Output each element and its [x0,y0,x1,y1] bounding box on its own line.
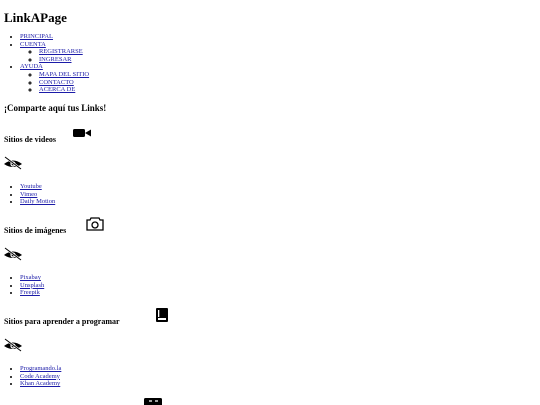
link-vimeo[interactable]: Vimeo [20,191,37,198]
link-unsplash[interactable]: Unsplash [20,282,44,289]
nav-item-registrarse[interactable]: REGISTRARSE [39,48,534,56]
page-heading: ¡Comparte aquí tus Links! [4,103,107,113]
list-item[interactable]: Vimeo [20,191,55,199]
submenu-cuenta: REGISTRARSE INGRESAR [20,48,534,63]
nav-item-ingresar[interactable]: INGRESAR [39,56,534,64]
book-icon [156,308,168,322]
nav-link-contacto[interactable]: CONTACTO [39,79,74,86]
link-youtube[interactable]: Youtube [20,183,42,190]
nav-item-acerca-de[interactable]: ACERCA DE [39,86,534,94]
list-item[interactable]: Khan Academy [20,380,61,388]
nav-link-principal[interactable]: PRINCIPAL [20,33,53,40]
section-title-programming: Sitios para aprender a programar [4,317,120,326]
nav-item-contacto[interactable]: CONTACTO [39,79,534,87]
submenu-ayuda: MAPA DEL SITIO CONTACTO ACERCA DE [20,71,534,94]
nav-link-registrarse[interactable]: REGISTRARSE [39,48,83,55]
list-item[interactable]: Freepik [20,289,44,297]
list-item[interactable]: Unsplash [20,282,44,290]
eye-off-icon[interactable] [3,338,23,352]
list-item[interactable]: Code Academy [20,373,61,381]
section-title-videos: Sitios de videos [4,135,57,144]
nav-item-principal[interactable]: PRINCIPAL [20,33,534,41]
nav-item-cuenta[interactable]: CUENTA REGISTRARSE INGRESAR [20,41,534,64]
closed-caption-icon [144,398,162,405]
link-list-images: Pixabay Unsplash Freepik [4,274,44,297]
section-title-images: Sitios de imágenes [4,226,67,235]
nav-item-mapa-del-sitio[interactable]: MAPA DEL SITIO [39,71,534,79]
list-item[interactable]: Pixabay [20,274,44,282]
nav-link-cuenta[interactable]: CUENTA [20,41,46,48]
page: LinkAPage PRINCIPAL CUENTA REGISTRARSE I… [4,0,534,94]
link-list-videos: Youtube Vimeo Daily Motion [4,183,55,206]
link-list-programming: Programando.la Code Academy Khan Academy [4,365,61,388]
nav-link-mapa-del-sitio[interactable]: MAPA DEL SITIO [39,71,89,78]
main-nav: PRINCIPAL CUENTA REGISTRARSE INGRESAR AY… [4,33,534,94]
site-title: LinkAPage [4,10,67,25]
camera-icon [86,217,104,231]
link-programando-la[interactable]: Programando.la [20,365,61,372]
link-khan-academy[interactable]: Khan Academy [20,380,60,387]
link-pixabay[interactable]: Pixabay [20,274,41,281]
nav-link-ayuda[interactable]: AYUDA [20,63,43,70]
videocam-icon [73,129,91,137]
link-code-academy[interactable]: Code Academy [20,373,60,380]
list-item[interactable]: Programando.la [20,365,61,373]
list-item[interactable]: Daily Motion [20,198,55,206]
nav-link-acerca-de[interactable]: ACERCA DE [39,86,75,93]
eye-off-icon[interactable] [3,247,23,261]
link-daily-motion[interactable]: Daily Motion [20,198,55,205]
link-freepik[interactable]: Freepik [20,289,40,296]
nav-link-ingresar[interactable]: INGRESAR [39,56,72,63]
nav-item-ayuda[interactable]: AYUDA MAPA DEL SITIO CONTACTO ACERCA DE [20,63,534,93]
eye-off-icon[interactable] [3,156,23,170]
list-item[interactable]: Youtube [20,183,55,191]
